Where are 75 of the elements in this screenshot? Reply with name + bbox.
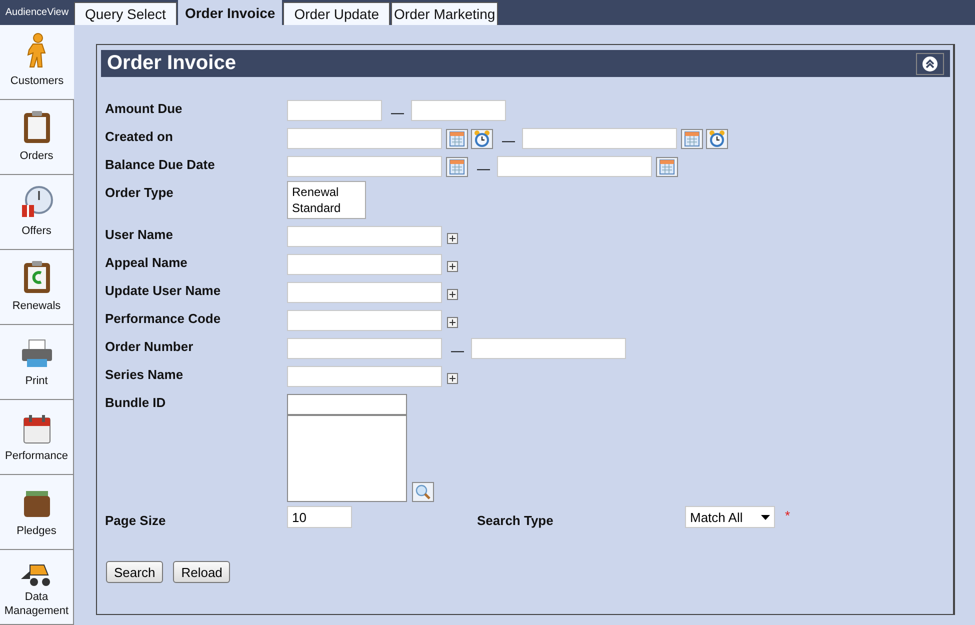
sidebar-item[interactable]: Customers <box>0 25 74 100</box>
date-field[interactable] <box>497 156 652 177</box>
dash: — <box>502 132 515 148</box>
required-mark: * <box>785 508 790 523</box>
sidebar-item[interactable]: Orders <box>0 100 74 175</box>
plus-icon[interactable] <box>447 288 458 300</box>
sidebar-item[interactable]: Performance <box>0 400 74 475</box>
field-label: Search Type <box>477 512 554 528</box>
input-field[interactable] <box>287 338 442 359</box>
tab[interactable]: Order Invoice <box>178 0 282 25</box>
printer-icon <box>20 339 54 369</box>
field-label: Bundle ID <box>105 394 167 410</box>
field-label: Series Name <box>105 366 184 382</box>
input-field[interactable] <box>287 282 442 303</box>
clipboard-icon <box>22 260 50 294</box>
clock-gift-icon <box>20 185 54 219</box>
date-field[interactable] <box>287 128 442 149</box>
app-name: AudienceView <box>4 7 70 18</box>
alarm-clock-button[interactable] <box>706 128 728 148</box>
calendar-button[interactable] <box>446 156 468 176</box>
input-field[interactable] <box>287 394 407 415</box>
tab[interactable]: Query Select <box>74 2 177 25</box>
calendar-button[interactable] <box>656 156 678 176</box>
list-option[interactable]: Standard <box>292 200 361 216</box>
sidebar-item[interactable]: Pledges <box>0 475 74 550</box>
dash: — <box>477 160 490 176</box>
text-area[interactable] <box>287 415 407 502</box>
plus-icon[interactable] <box>447 372 458 384</box>
field-label: Appeal Name <box>105 254 188 270</box>
page-size-field[interactable]: 10 <box>287 506 352 528</box>
tab[interactable]: Order Update <box>283 2 390 25</box>
action-button[interactable]: Search <box>106 561 164 583</box>
plus-icon[interactable] <box>447 260 458 272</box>
sidebar-item[interactable]: Data Management <box>0 550 74 625</box>
field-label: Balance Due Date <box>105 156 216 172</box>
input-field[interactable] <box>287 226 442 247</box>
dash: — <box>451 342 464 358</box>
caret-icon <box>761 514 770 520</box>
search-type-dropdown[interactable]: Match All <box>685 506 775 528</box>
plus-icon[interactable] <box>447 316 458 328</box>
sidebar-item[interactable]: Print <box>0 325 74 400</box>
calendar-button[interactable] <box>681 128 703 148</box>
list-option[interactable]: Renewal <box>292 184 361 200</box>
field-label: User Name <box>105 226 174 242</box>
list-box[interactable]: Renewal Standard <box>287 181 366 219</box>
field-label: Amount Due <box>105 100 184 116</box>
tab[interactable]: Order Marketing <box>391 2 498 25</box>
search-button[interactable] <box>412 482 434 502</box>
wallet-icon <box>22 489 52 519</box>
collapse-button[interactable] <box>916 52 944 74</box>
input-field[interactable] <box>287 100 382 121</box>
dash: — <box>391 104 404 120</box>
field-label: Order Number <box>105 338 194 354</box>
field-label: Update User Name <box>105 282 222 298</box>
sidebar-item[interactable]: Renewals <box>0 250 74 325</box>
alarm-clock-button[interactable] <box>471 128 493 148</box>
action-button[interactable]: Reload <box>173 561 230 583</box>
input-field[interactable] <box>471 338 626 359</box>
calendar-button[interactable] <box>446 128 468 148</box>
clipboard-icon <box>22 110 50 144</box>
panel-title: Order Invoice <box>107 52 236 75</box>
field-label: Performance Code <box>105 310 222 326</box>
input-field[interactable] <box>287 254 442 275</box>
date-field[interactable] <box>522 128 677 149</box>
input-field[interactable] <box>411 100 506 121</box>
date-field[interactable] <box>287 156 442 177</box>
collapse-icon <box>922 56 938 72</box>
input-field[interactable] <box>287 366 442 387</box>
field-label: Order Type <box>105 184 174 200</box>
input-field[interactable] <box>287 310 442 331</box>
calendar-icon <box>22 414 50 444</box>
field-label: Created on <box>105 128 174 144</box>
plus-icon[interactable] <box>447 232 458 244</box>
field-label: Page Size <box>105 512 167 528</box>
sidebar-item[interactable]: Offers <box>0 175 74 250</box>
